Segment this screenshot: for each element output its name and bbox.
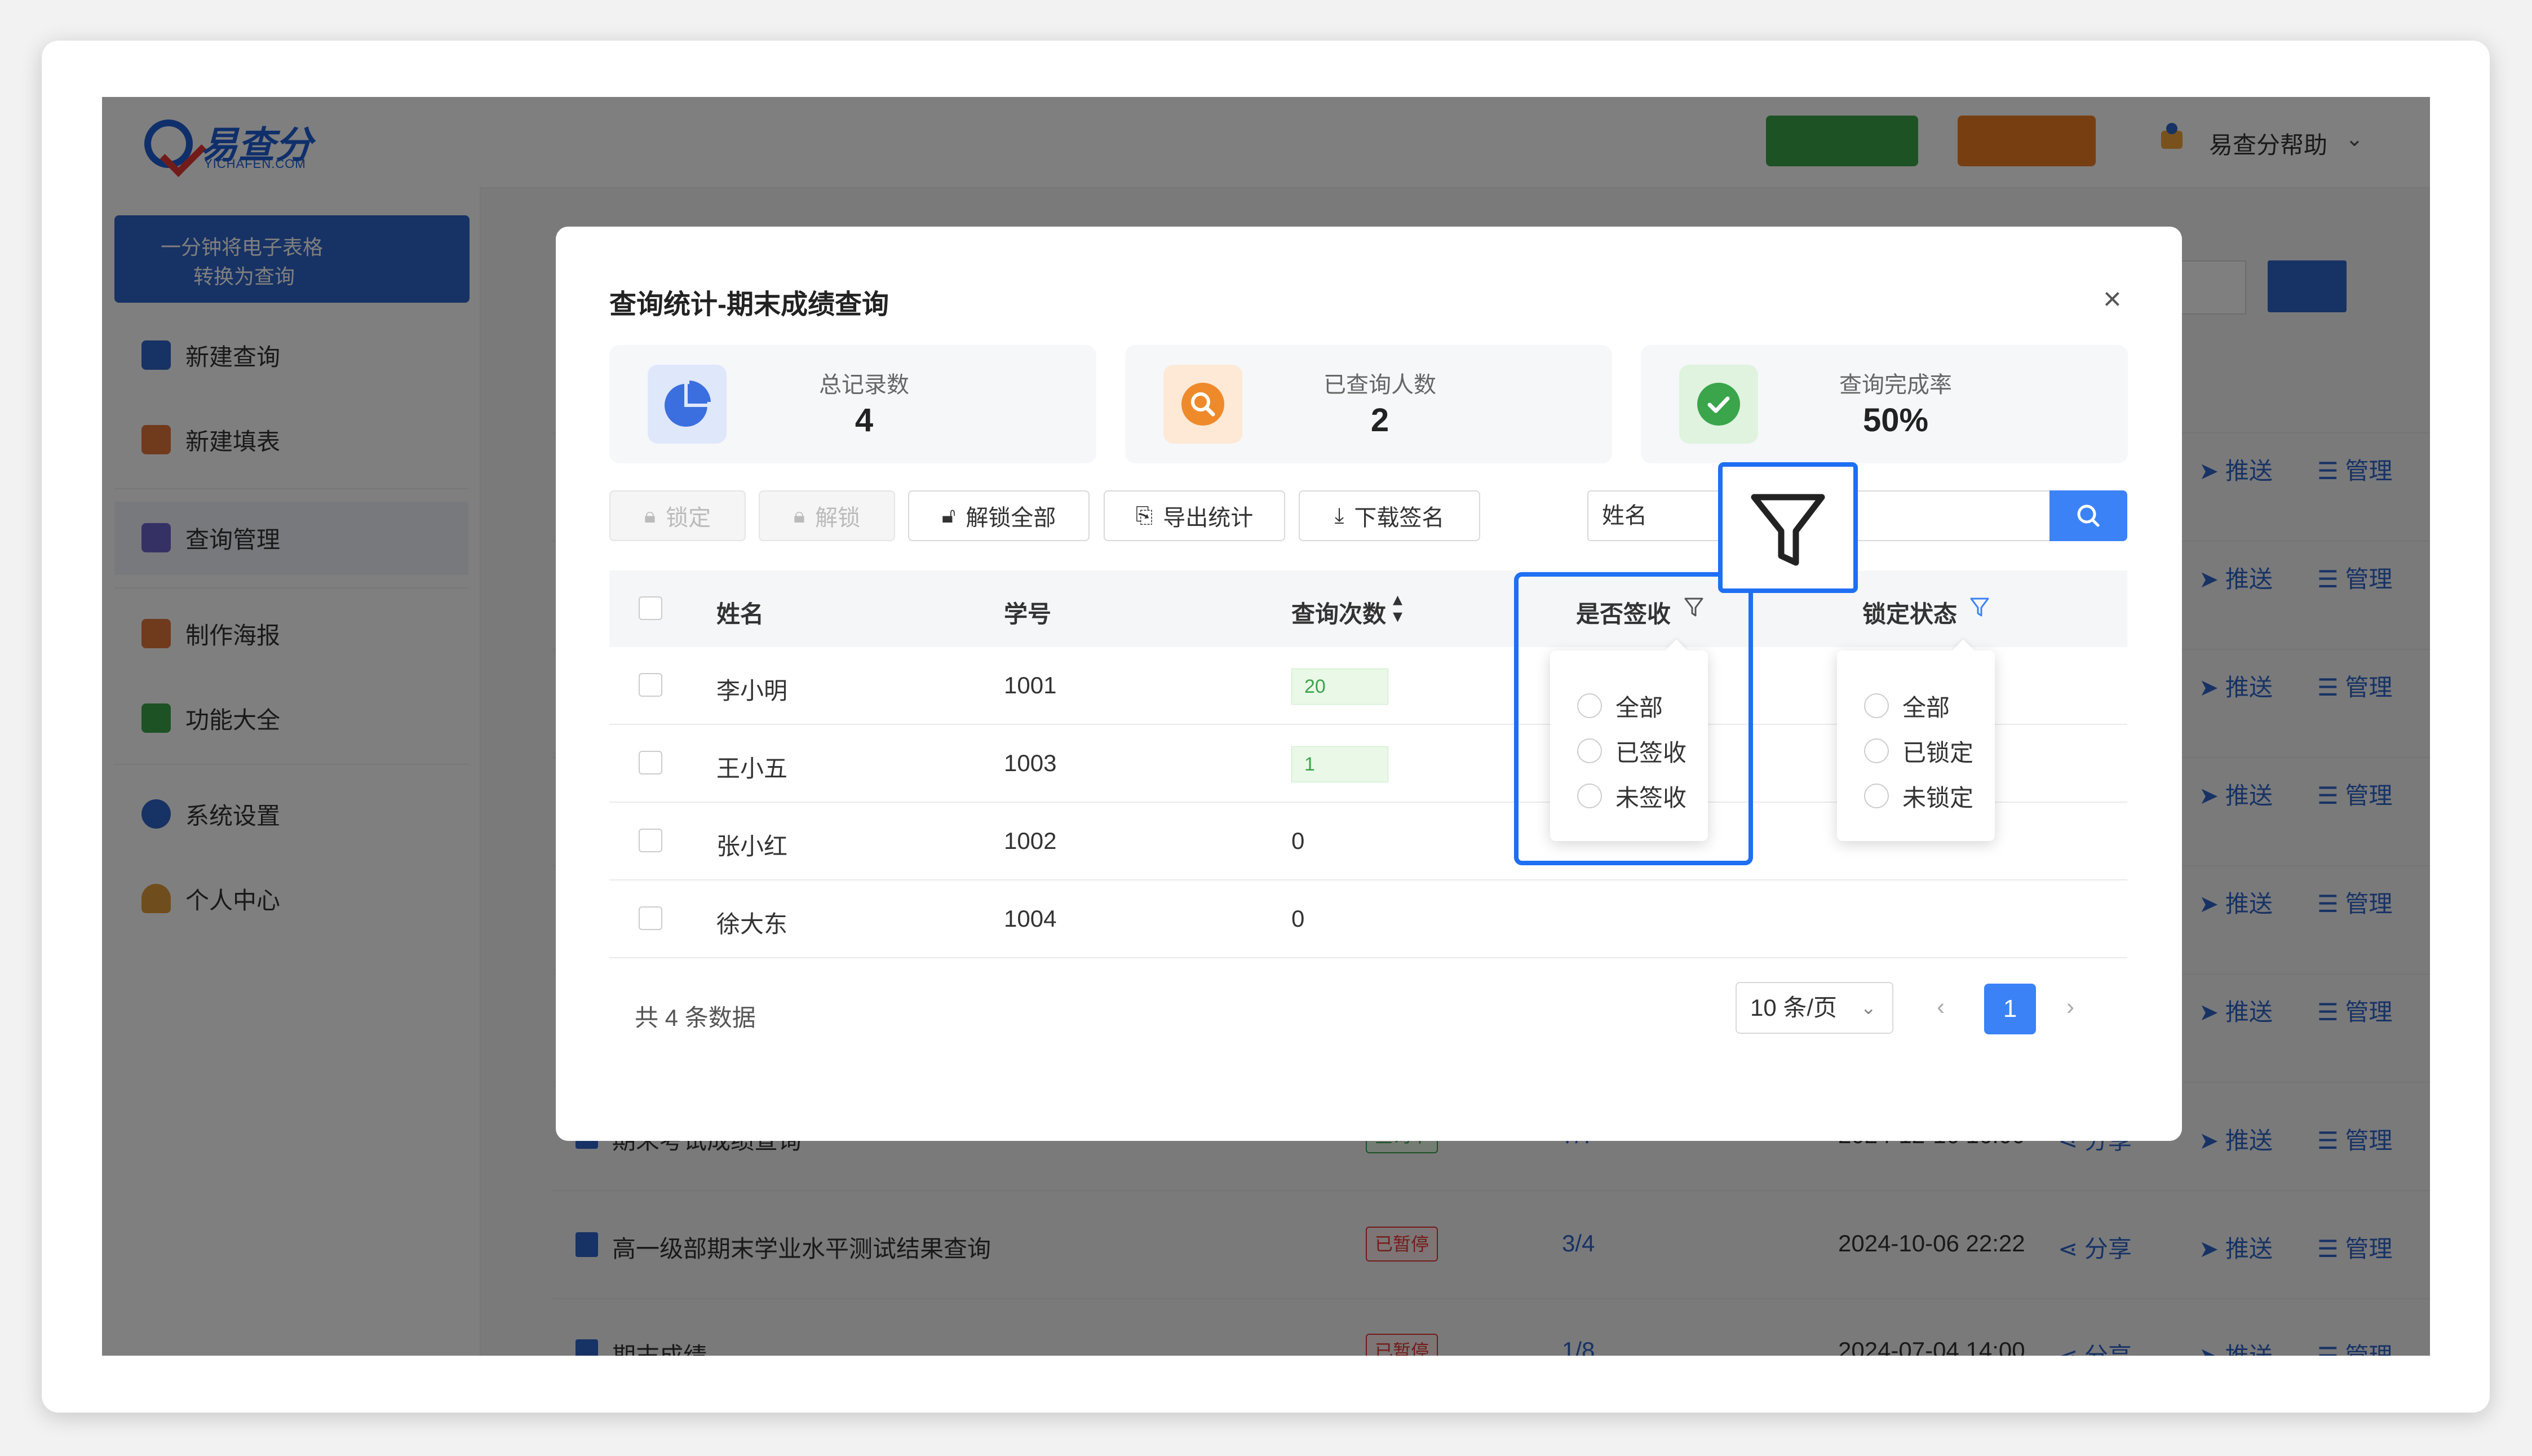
radio-button[interactable] [1864, 784, 1889, 808]
cell-id: 1001 [1004, 672, 1057, 698]
stat-label: 总记录数 [819, 373, 909, 397]
export-file-icon: ⎘ [1135, 503, 1153, 528]
close-icon[interactable]: × [2103, 280, 2122, 317]
modal-title: 查询统计-期末成绩查询 [609, 290, 889, 320]
current-page-button[interactable]: 1 [1984, 984, 2036, 1034]
cell-name: 李小明 [716, 678, 788, 704]
button-label: 导出统计 [1163, 506, 1254, 530]
download-icon: ⤓ [1334, 503, 1344, 528]
unlock-icon: 🔓︎ [941, 503, 956, 528]
lock-icon: 🔒︎ [644, 503, 656, 528]
radio-button[interactable] [1864, 693, 1889, 718]
lock-button[interactable]: 🔒︎ 锁定 [609, 490, 746, 541]
app-window: 易查分 YICHAFEN.COM 易查分帮助 ⌄ 一分钟将电子表格 转换为查询 … [102, 97, 2430, 1356]
total-count: 共 4 条数据 [635, 1004, 756, 1031]
column-header-count[interactable]: 查询次数 [1291, 595, 1386, 630]
stat-card-rate: 查询完成率 50% [1641, 345, 2128, 463]
button-label: 解锁全部 [966, 506, 1056, 530]
export-stats-button[interactable]: ⎘ 导出统计 [1104, 490, 1285, 541]
cell-count-badge: 20 [1291, 669, 1388, 705]
stat-value: 4 [855, 402, 874, 439]
search-button[interactable] [2049, 490, 2127, 541]
button-label: 解锁 [815, 506, 861, 530]
cell-count: 0 [1291, 827, 1305, 854]
filter-option-locked[interactable]: 已锁定 [1864, 734, 1973, 768]
stat-value: 50% [1862, 402, 1929, 439]
filter-icon [1751, 494, 1825, 566]
stat-value: 2 [1370, 402, 1389, 439]
chevron-down-icon: ⌄ [1860, 997, 1877, 1019]
button-label: 锁定 [666, 506, 711, 530]
cell-count-badge: 1 [1291, 746, 1388, 782]
lock-filter-dropdown: 全部 已锁定 未锁定 [1837, 639, 1995, 841]
column-header-name: 姓名 [716, 601, 764, 627]
cell-count: 0 [1291, 905, 1305, 932]
table-row[interactable]: 徐大东 1004 0 [609, 880, 2127, 958]
cell-id: 1002 [1004, 827, 1057, 854]
page-size-select[interactable]: 10 条/页 ⌄ [1736, 982, 1893, 1034]
row-checkbox[interactable] [639, 906, 662, 930]
prev-page-icon[interactable]: ‹ [1937, 993, 1945, 1020]
lock-icon: 🔒︎ [793, 503, 805, 528]
cell-id: 1004 [1004, 905, 1057, 932]
query-stats-modal: 查询统计-期末成绩查询 × 总记录数 4 已查询人数 2 查询完成率 50% 🔒… [556, 227, 2182, 1141]
filter-option-all[interactable]: 全部 [1864, 689, 1950, 723]
stat-label: 查询完成率 [1839, 373, 1952, 397]
zoomed-filter-callout [1718, 462, 1858, 593]
column-header-lock-status: 锁定状态 [1862, 601, 1958, 627]
cell-name: 王小五 [716, 755, 788, 782]
stat-card-total: 总记录数 4 [609, 345, 1096, 463]
column-header-id: 学号 [1004, 601, 1052, 627]
cell-name: 徐大东 [716, 911, 788, 937]
cell-name: 张小红 [716, 833, 788, 860]
download-signature-button[interactable]: ⤓ 下载签名 [1299, 490, 1480, 541]
radio-button[interactable] [1864, 738, 1889, 763]
unlock-button[interactable]: 🔒︎ 解锁 [759, 490, 895, 541]
table-header: 姓名 学号 查询次数 ▴ ▾ 是否签收 锁定状态 [609, 570, 2127, 647]
row-checkbox[interactable] [639, 829, 662, 852]
highlight-box [1514, 572, 1753, 865]
select-all-checkbox[interactable] [639, 596, 662, 620]
next-page-icon[interactable]: › [2066, 993, 2074, 1020]
search-icon [2077, 504, 2100, 527]
filter-option-unlocked[interactable]: 未锁定 [1864, 779, 1973, 813]
unlock-all-button[interactable]: 🔓︎ 解锁全部 [908, 490, 1090, 541]
cell-id: 1003 [1004, 750, 1057, 776]
sort-icon[interactable]: ▴ ▾ [1393, 590, 1402, 626]
row-checkbox[interactable] [639, 673, 662, 697]
stat-label: 已查询人数 [1323, 373, 1436, 397]
filter-icon[interactable] [1969, 595, 1990, 620]
button-label: 下载签名 [1354, 506, 1445, 530]
stat-card-queried: 已查询人数 2 [1125, 345, 1612, 463]
row-checkbox[interactable] [639, 751, 662, 775]
